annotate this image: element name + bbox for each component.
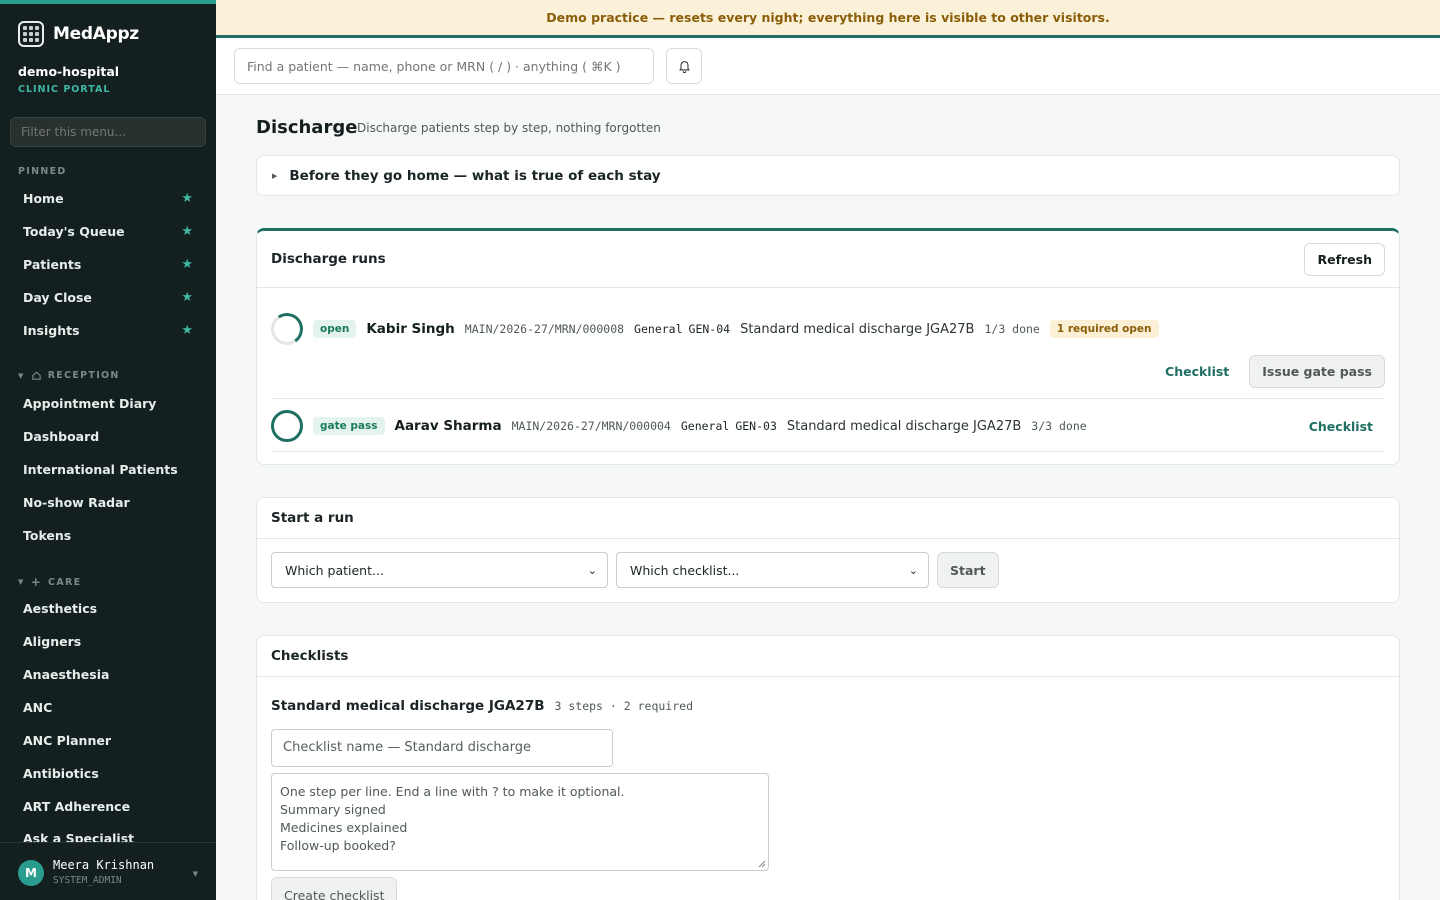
warning-badge: 1 required open — [1049, 320, 1159, 338]
bed: GEN-04 — [688, 322, 731, 336]
run-row: gate pass Aarav Sharma MAIN/2026-27/MRN/… — [271, 409, 1385, 443]
patient-name: Kabir Singh — [366, 321, 455, 337]
reception-section-toggle[interactable]: ▼ RECEPTION — [18, 370, 120, 381]
progress-ring — [268, 310, 306, 348]
star-icon[interactable]: ★ — [181, 224, 193, 239]
patient-search-input[interactable] — [234, 48, 654, 84]
checklist-select[interactable]: Which checklist... ⌄ — [616, 552, 929, 588]
chevron-down-icon: ⌄ — [587, 563, 597, 577]
sidebar-item-home[interactable]: Home ★ — [10, 183, 206, 213]
ward: General — [634, 322, 683, 336]
sidebar-item-anaesthesia[interactable]: Anaesthesia — [10, 659, 206, 689]
checklist-title: Standard medical discharge JGA27B — [271, 698, 545, 714]
checklist-meta: 3 steps · 2 required — [554, 699, 693, 713]
divider — [271, 451, 1385, 452]
plus-icon: + — [30, 575, 43, 589]
user-menu[interactable]: M Meera Krishnan SYSTEM_ADMIN ▼ — [0, 842, 216, 900]
status-badge: gate pass — [313, 417, 385, 435]
sidebar-item-ask-a-specialist[interactable]: Ask a Specialist — [10, 824, 206, 842]
brand[interactable]: MedAppz — [18, 21, 139, 47]
org-name: demo-hospital — [18, 64, 120, 79]
section-title: Checklists — [271, 648, 349, 664]
info-accordion[interactable]: ▶ Before they go home — what is true of … — [256, 155, 1400, 196]
resize-handle-icon[interactable] — [758, 860, 766, 868]
menu-filter-input[interactable] — [10, 117, 206, 147]
org-subtitle: CLINIC PORTAL — [18, 84, 111, 95]
run-row: open Kabir Singh MAIN/2026-27/MRN/000008… — [268, 310, 1385, 348]
star-icon[interactable]: ★ — [181, 323, 193, 338]
star-icon[interactable]: ★ — [181, 257, 193, 272]
checklists-card: Checklists Standard medical discharge JG… — [256, 635, 1400, 900]
sidebar-item-todays-queue[interactable]: Today's Queue ★ — [10, 216, 206, 246]
topbar — [216, 38, 1440, 95]
status-badge: open — [313, 320, 357, 338]
sidebar-item-tokens[interactable]: Tokens — [10, 520, 206, 550]
progress-ring — [271, 410, 303, 442]
caret-down-icon: ▼ — [18, 578, 25, 586]
checklist-link[interactable]: Checklist — [1165, 364, 1229, 379]
sidebar-item-appointment-diary[interactable]: Appointment Diary — [10, 388, 206, 418]
patient-mrn: MAIN/2026-27/MRN/000004 — [511, 419, 671, 433]
caret-down-icon: ▼ — [18, 371, 25, 380]
star-icon[interactable]: ★ — [181, 290, 193, 305]
ward: General — [680, 419, 730, 433]
divider — [271, 398, 1385, 399]
sidebar-item-anc-planner[interactable]: ANC Planner — [10, 725, 206, 755]
checklist-heading: Standard medical discharge JGA27B 3 step… — [271, 698, 693, 714]
demo-banner: Demo practice — resets every night; ever… — [216, 0, 1440, 38]
sidebar-item-anc[interactable]: ANC — [10, 692, 206, 722]
checklist-name: Standard medical discharge JGA27B — [740, 321, 975, 337]
patient-name: Aarav Sharma — [394, 418, 502, 434]
page-title: Discharge — [256, 117, 358, 138]
sidebar-item-patients[interactable]: Patients ★ — [10, 249, 206, 279]
run-actions: Checklist Issue gate pass — [1165, 355, 1385, 388]
pinned-section-label: PINNED — [18, 166, 67, 177]
app-logo-icon — [18, 21, 44, 47]
page-subtitle: Discharge patients step by step, nothing… — [357, 121, 661, 135]
checklist-steps-textarea[interactable]: One step per line. End a line with ? to … — [271, 773, 769, 871]
caret-down-icon: ▼ — [192, 870, 198, 878]
sidebar-item-art-adherence[interactable]: ART Adherence — [10, 791, 206, 821]
user-name: Meera Krishnan — [53, 858, 155, 872]
sidebar-item-antibiotics[interactable]: Antibiotics — [10, 758, 206, 788]
section-title: Start a run — [271, 510, 354, 526]
sidebar-item-international-patients[interactable]: International Patients — [10, 454, 206, 484]
start-button[interactable]: Start — [937, 552, 999, 588]
patient-mrn: MAIN/2026-27/MRN/000008 — [464, 322, 625, 336]
sidebar-item-insights[interactable]: Insights ★ — [10, 315, 206, 345]
caret-right-icon: ▶ — [272, 171, 278, 180]
checklist-name-input[interactable]: Checklist name — Standard discharge — [271, 729, 613, 767]
refresh-button[interactable]: Refresh — [1304, 242, 1385, 276]
discharge-runs-card: Discharge runs Refresh open Kabir Singh … — [256, 228, 1400, 465]
notifications-button[interactable] — [666, 48, 702, 84]
chevron-down-icon: ⌄ — [908, 563, 918, 577]
sidebar-item-day-close[interactable]: Day Close ★ — [10, 282, 206, 312]
sidebar-item-aesthetics[interactable]: Aesthetics — [10, 593, 206, 623]
checklist-link[interactable]: Checklist — [1309, 419, 1373, 434]
section-title: Discharge runs — [271, 251, 386, 267]
progress-text: 1/3 done — [984, 322, 1040, 336]
start-run-card: Start a run Which patient... ⌄ Which che… — [256, 497, 1400, 603]
bell-icon — [678, 61, 690, 73]
care-section-toggle[interactable]: ▼ + CARE — [18, 575, 81, 589]
app-name: MedAppz — [53, 24, 139, 44]
patient-select[interactable]: Which patient... ⌄ — [271, 552, 608, 588]
sidebar-item-no-show-radar[interactable]: No-show Radar — [10, 487, 206, 517]
star-icon[interactable]: ★ — [181, 191, 193, 206]
issue-gate-pass-button[interactable]: Issue gate pass — [1249, 355, 1385, 388]
sidebar-item-dashboard[interactable]: Dashboard — [10, 421, 206, 451]
avatar: M — [18, 860, 44, 886]
create-checklist-button[interactable]: Create checklist — [271, 877, 398, 900]
bed: GEN-03 — [735, 419, 777, 433]
user-role: SYSTEM_ADMIN — [53, 875, 122, 886]
home-icon — [31, 371, 41, 380]
checklist-name: Standard medical discharge JGA27B — [786, 418, 1022, 434]
sidebar: MedAppz demo-hospital CLINIC PORTAL PINN… — [0, 0, 216, 900]
progress-text: 3/3 done — [1031, 419, 1087, 433]
sidebar-item-aligners[interactable]: Aligners — [10, 626, 206, 656]
